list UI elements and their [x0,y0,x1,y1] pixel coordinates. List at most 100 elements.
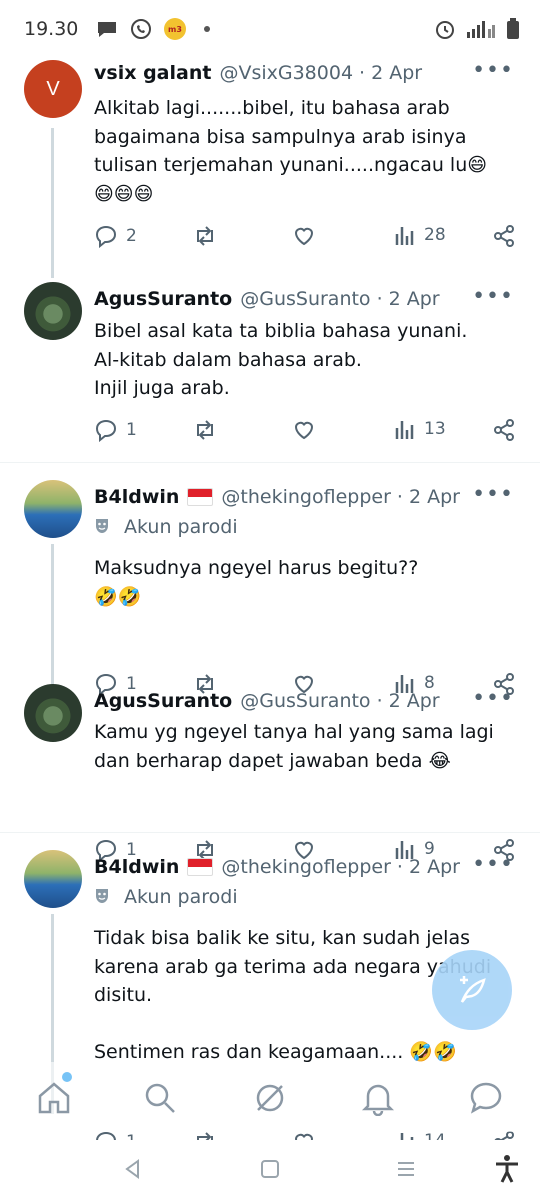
user-handle[interactable]: @thekingoflepper [221,486,390,508]
heart-icon [294,227,314,246]
share-button[interactable] [492,224,516,248]
views-button[interactable]: 28 [394,224,446,246]
retweet-icon [197,420,213,440]
avatar[interactable] [24,480,82,538]
tab-messages[interactable] [468,1080,504,1120]
reply-count: 2 [126,226,137,246]
retweet-icon [197,226,213,246]
parody-label: Akun parodi [94,516,238,538]
retweet-button[interactable] [192,224,218,248]
user-handle[interactable]: @VsixG38004 [219,62,353,84]
tweet-header: AgusSuranto @GusSuranto · 2 Apr [94,690,440,712]
tab-home[interactable] [36,1072,72,1120]
heart-icon [294,421,314,440]
more-options-icon[interactable]: ••• [472,688,514,710]
more-options-icon[interactable]: ••• [472,854,514,876]
status-right [434,18,520,40]
divider [0,462,540,463]
bell-icon [361,1084,395,1117]
signal-icon [467,21,495,38]
avatar[interactable] [24,282,82,340]
indonesia-flag-icon [187,488,214,506]
tab-grok[interactable] [252,1080,288,1120]
tweet[interactable]: AgusSuranto @GusSuranto · 2 Apr ••• Bibe… [0,278,540,462]
like-button[interactable] [292,418,316,442]
tweet-date[interactable]: 2 Apr [389,690,440,712]
home-square-icon[interactable] [259,1158,281,1180]
status-time: 19.30 [24,18,79,40]
indonesia-flag-icon [187,858,214,876]
whatsapp-icon [131,19,151,39]
share-button[interactable] [492,418,516,442]
tweet-text: Kamu yg ngeyel tanya hal yang sama lagi … [94,721,494,772]
messages-icon [470,1082,502,1114]
more-options-icon[interactable]: ••• [472,286,514,308]
tweet-date[interactable]: 2 Apr [409,486,460,508]
parody-text: Akun parodi [124,886,238,908]
user-handle[interactable]: @GusSuranto [240,288,370,310]
reply-icon [95,225,117,248]
tweet-date[interactable]: 2 Apr [409,856,460,878]
more-options-icon[interactable]: ••• [472,484,514,506]
tweet-actions: 2 28 [94,224,518,254]
battery-icon [507,18,519,39]
display-name[interactable]: AgusSuranto [94,288,232,310]
reply-button[interactable]: 2 [94,224,137,248]
tweet-date[interactable]: 2 Apr [389,288,440,310]
accessibility-icon[interactable] [494,1154,520,1184]
share-icon [494,419,514,441]
tweet[interactable]: B4ldwin @thekingoflepper · 2 Apr ••• Aku… [0,476,540,696]
tweet-text: Alkitab lagi.......bibel, itu bahasa ara… [94,97,488,205]
search-icon [145,1083,175,1113]
display-name[interactable]: B4ldwin [94,486,179,508]
tweet-header: vsix galant @VsixG38004 · 2 Apr [94,62,423,84]
compose-feather-icon [460,976,486,1003]
tweet-header: AgusSuranto @GusSuranto · 2 Apr [94,288,440,310]
tweet-date[interactable]: 2 Apr [371,62,422,84]
tweet-header: B4ldwin @thekingoflepper · 2 Apr [94,856,460,878]
notification-icons: m3 [96,18,210,40]
tab-search[interactable] [142,1080,178,1120]
views-count: 13 [424,419,446,439]
home-icon [38,1082,70,1114]
tweet-text: Maksudnya ngeyel harus begitu?? 🤣🤣 [94,557,419,608]
display-name[interactable]: AgusSuranto [94,690,232,712]
views-count: 28 [424,225,446,245]
bottom-tab-bar [0,1062,540,1132]
views-button[interactable]: 13 [394,418,446,440]
display-name[interactable]: B4ldwin [94,856,179,878]
reply-icon [95,419,117,442]
recents-icon[interactable] [395,1158,417,1180]
like-button[interactable] [292,224,316,248]
tweet[interactable]: AgusSuranto @GusSuranto · 2 Apr ••• Kamu… [0,680,540,862]
grok-icon [256,1084,284,1112]
back-icon[interactable] [122,1158,144,1180]
theater-masks-icon [96,889,108,903]
avatar[interactable] [24,684,82,742]
display-name[interactable]: vsix galant [94,62,211,84]
compose-button[interactable] [432,950,512,1030]
thread-line [51,128,54,278]
system-navigation-bar [0,1140,540,1200]
tweet-header: B4ldwin @thekingoflepper · 2 Apr [94,486,460,508]
app-badge-icon: m3 [164,18,186,40]
share-icon [494,225,514,247]
reply-count: 1 [126,420,137,440]
divider [0,832,540,833]
more-notifications-dot [204,26,210,32]
avatar[interactable] [24,850,82,908]
user-handle[interactable]: @GusSuranto [240,690,370,712]
alarm-icon [436,21,454,39]
theater-masks-icon [96,519,108,533]
tab-notifications[interactable] [360,1080,396,1120]
views-icon [395,421,414,439]
retweet-button[interactable] [192,418,218,442]
reply-button[interactable]: 1 [94,418,137,442]
more-options-icon[interactable]: ••• [472,60,514,82]
tweet[interactable]: V vsix galant @VsixG38004 · 2 Apr ••• Al… [0,52,540,278]
thread-line [51,544,54,694]
user-handle[interactable]: @thekingoflepper [221,856,390,878]
avatar[interactable]: V [24,60,82,118]
views-icon [395,227,414,245]
chat-bubble-icon [98,22,116,37]
